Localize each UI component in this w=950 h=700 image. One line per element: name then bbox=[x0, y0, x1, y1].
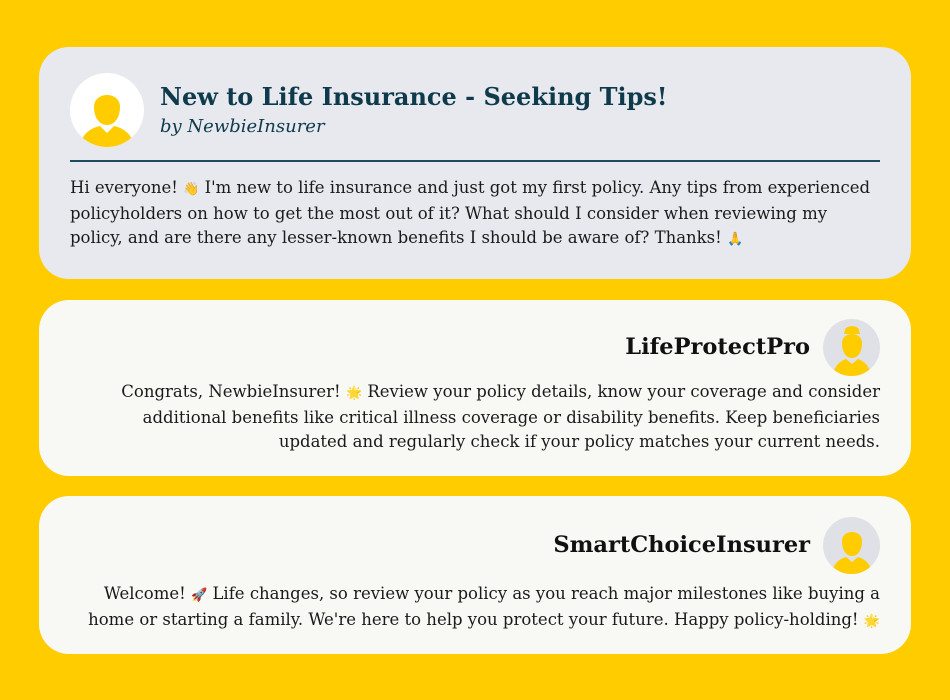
reply-author-avatar[interactable] bbox=[823, 319, 880, 376]
praying-hands-icon: 🙏 bbox=[727, 232, 744, 247]
post-body-text-start: Hi everyone! bbox=[70, 178, 184, 197]
post-author-avatar[interactable] bbox=[70, 73, 144, 147]
glowing-star-icon: 🌟 bbox=[863, 614, 880, 629]
post-body: Hi everyone! 👋 I'm new to life insurance… bbox=[70, 176, 883, 252]
reply-card: SmartChoiceInsurer Welcome! 🚀 Life chang… bbox=[39, 496, 911, 654]
rocket-icon: 🚀 bbox=[191, 588, 208, 603]
glowing-star-icon: 🌟 bbox=[345, 386, 363, 401]
reply-body: Congrats, NewbieInsurer! 🌟 Review your p… bbox=[79, 380, 880, 454]
person-silhouette-icon bbox=[80, 95, 134, 147]
waving-hand-icon: 👋 bbox=[183, 182, 200, 197]
reply-card: LifeProtectPro Congrats, NewbieInsurer! … bbox=[39, 300, 911, 476]
reply-body-text-start: Welcome! bbox=[103, 584, 192, 603]
reply-body-text-start: Congrats, NewbieInsurer! bbox=[121, 382, 346, 401]
reply-body-text-main: Life changes, so review your policy as y… bbox=[88, 584, 880, 629]
person-silhouette-icon bbox=[832, 326, 871, 376]
reply-username[interactable]: SmartChoiceInsurer bbox=[553, 532, 810, 558]
reply-author-avatar[interactable] bbox=[823, 517, 880, 574]
post-card: New to Life Insurance - Seeking Tips! by… bbox=[39, 47, 911, 279]
post-author[interactable]: by NewbieInsurer bbox=[160, 116, 325, 137]
post-divider bbox=[70, 160, 880, 162]
person-silhouette-icon bbox=[831, 532, 872, 574]
reply-body: Welcome! 🚀 Life changes, so review your … bbox=[79, 582, 880, 634]
reply-username[interactable]: LifeProtectPro bbox=[625, 334, 810, 360]
post-title: New to Life Insurance - Seeking Tips! bbox=[160, 82, 668, 111]
